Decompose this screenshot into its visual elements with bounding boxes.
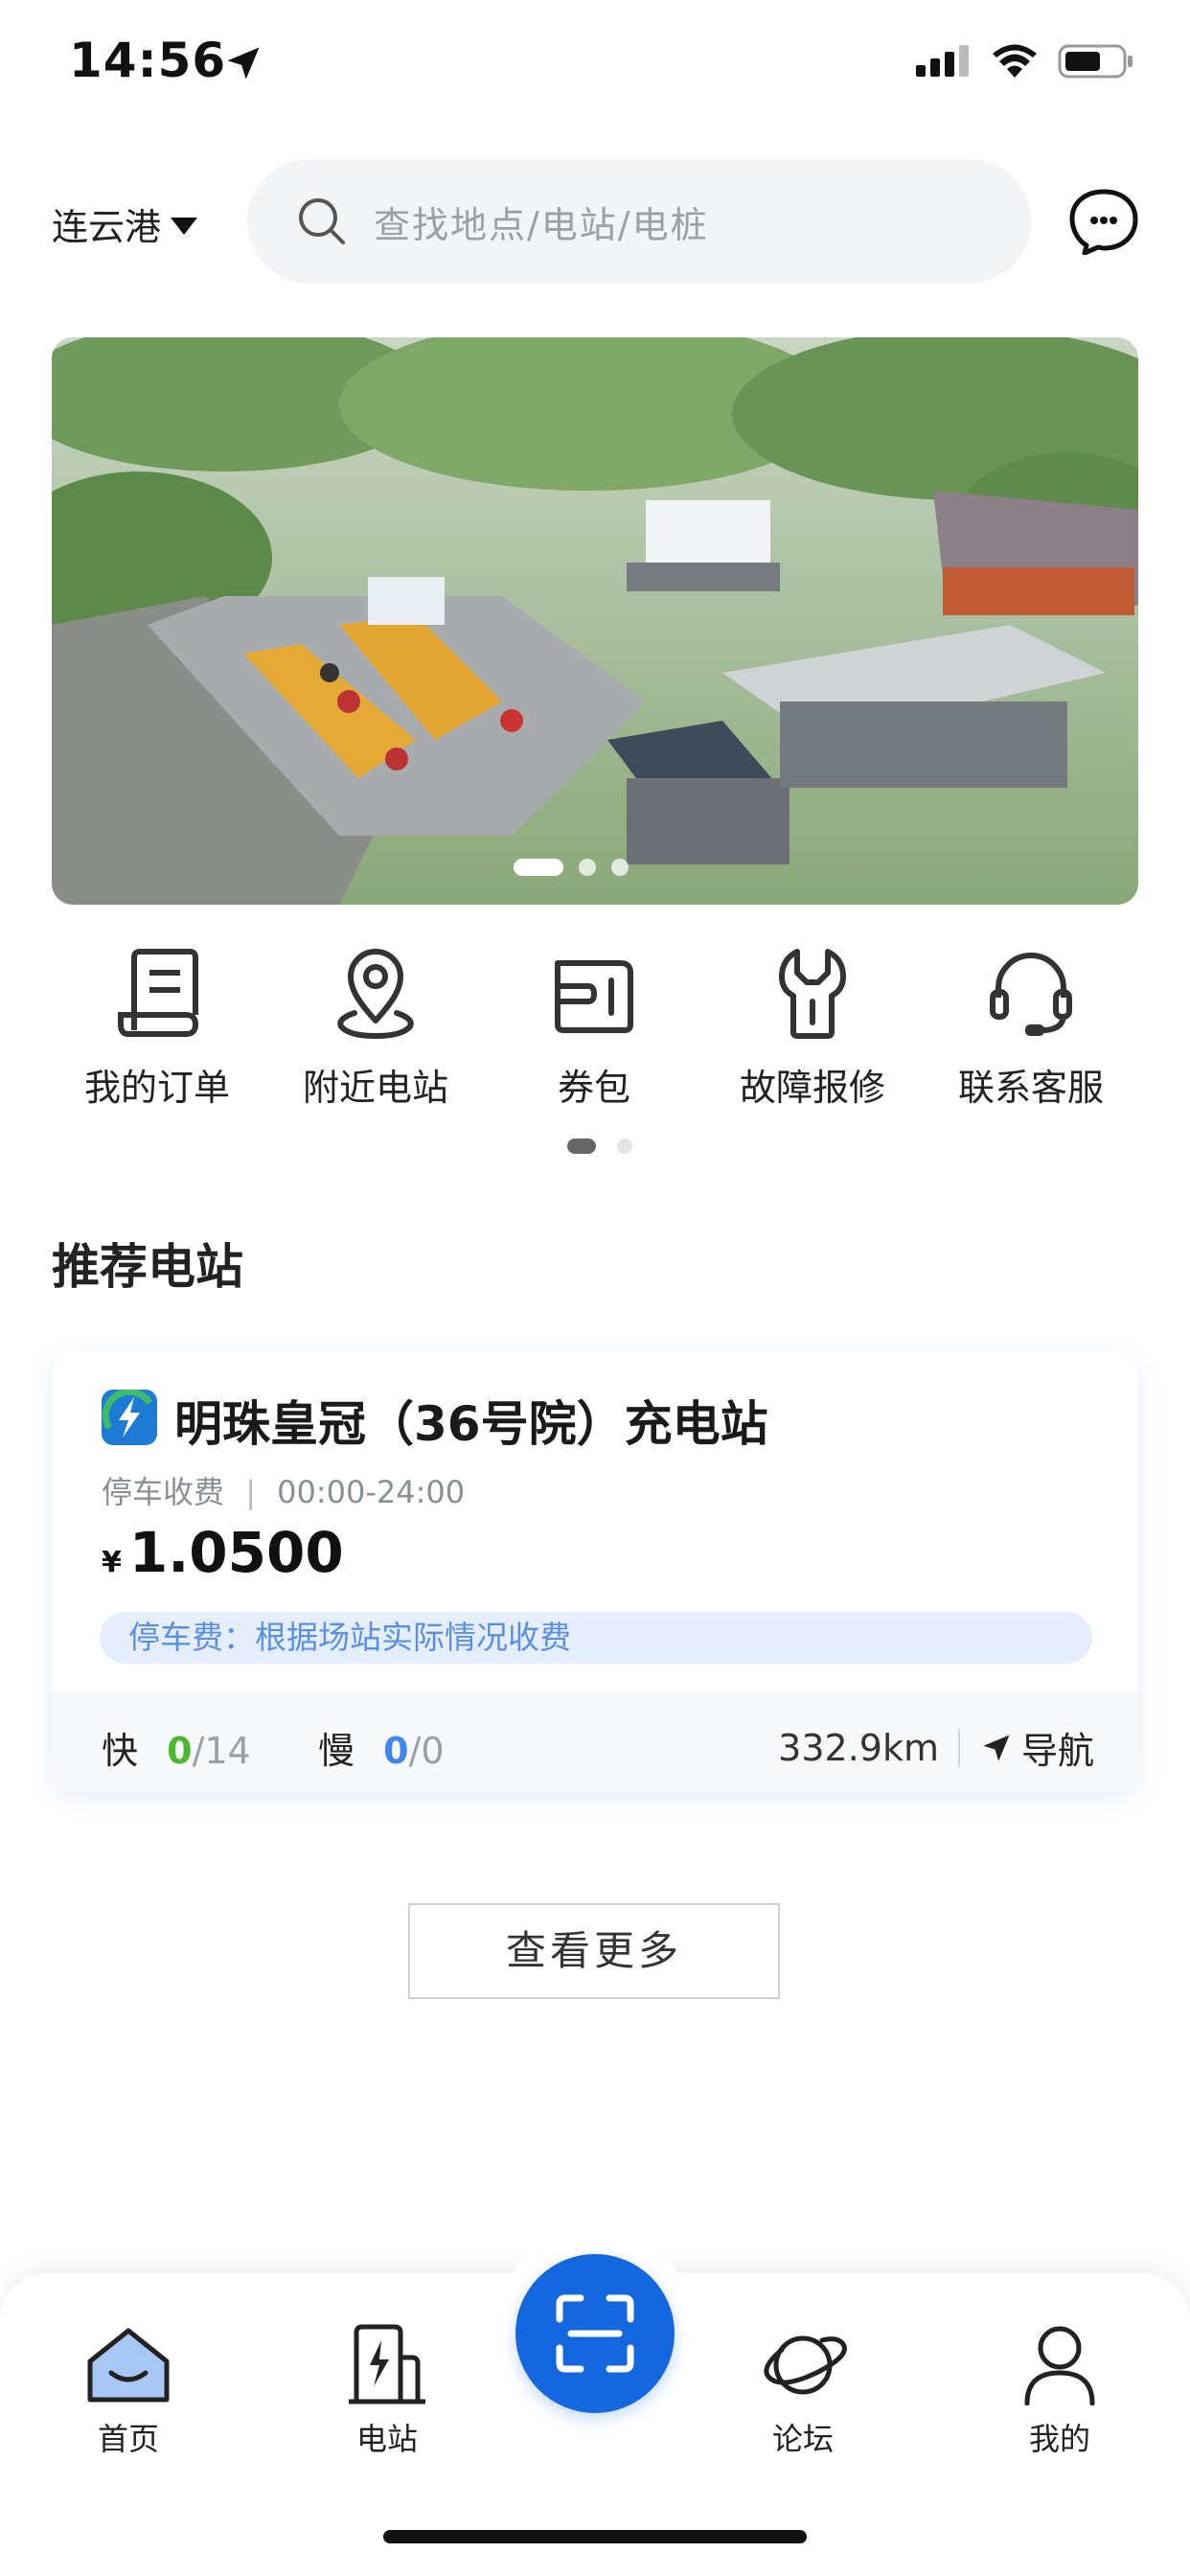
dropdown-triangle-icon (171, 217, 198, 235)
distance: 332.9km (778, 1726, 939, 1769)
station-card[interactable]: 明珠皇冠（36号院）充电站 停车收费 | 00:00-24:00 ¥1.0500… (52, 1351, 1138, 1792)
charging-station-icon (310, 2310, 464, 2405)
user-icon (983, 2310, 1136, 2405)
banner-carousel[interactable] (52, 337, 1138, 905)
quick-menu-service[interactable]: 联系客服 (945, 939, 1117, 1111)
parking-fee-label: 停车收费 (102, 1474, 225, 1510)
scan-button[interactable] (515, 2254, 675, 2413)
station-price: ¥1.0500 (102, 1520, 344, 1585)
quick-menu-pager (567, 1138, 632, 1154)
carousel-dot (579, 859, 596, 876)
carousel-dot (514, 859, 563, 876)
quick-menu-coupon[interactable]: 券包 (508, 939, 680, 1111)
search-bar[interactable]: 查找地点/电站/电桩 (247, 159, 1031, 284)
planet-icon (726, 2310, 880, 2405)
quick-menu-label: 故障报修 (739, 1067, 885, 1109)
pager-dot (567, 1138, 596, 1154)
signal-icon (916, 45, 969, 77)
station-logo-icon (102, 1388, 157, 1449)
scan-icon (556, 2294, 634, 2373)
message-icon[interactable] (1067, 188, 1140, 259)
location-pin-icon (289, 939, 462, 1045)
currency-symbol: ¥ (102, 1546, 122, 1579)
opening-hours: 00:00-24:00 (277, 1474, 466, 1510)
home-icon (52, 2310, 205, 2405)
fast-charger-count: 快 0/14 (102, 1721, 251, 1774)
search-icon (295, 195, 349, 248)
divider (957, 1728, 960, 1767)
banner-image (52, 337, 1138, 905)
quick-menu-label: 我的订单 (83, 1067, 230, 1109)
slow-charger-count: 慢 0/0 (318, 1721, 445, 1774)
tab-stations[interactable]: 电站 (310, 2310, 464, 2459)
navigate-button[interactable]: 导航 (979, 1721, 1094, 1774)
search-placeholder: 查找地点/电站/电桩 (374, 203, 709, 246)
distance-nav: 332.9km 导航 (778, 1721, 1094, 1774)
tab-mine[interactable]: 我的 (983, 2310, 1136, 2459)
fast-available: 0 (167, 1730, 193, 1772)
headset-icon (945, 939, 1117, 1045)
wifi-icon (993, 44, 1037, 78)
station-meta: 停车收费 | 00:00-24:00 (102, 1474, 466, 1510)
pager-dot (617, 1138, 632, 1154)
quick-menu-label: 券包 (557, 1067, 630, 1109)
status-time: 14:56 (69, 33, 227, 88)
slow-label: 慢 (318, 1730, 355, 1772)
fast-label: 快 (102, 1730, 139, 1772)
battery-icon (1058, 44, 1133, 79)
tab-label: 论坛 (771, 2421, 834, 2457)
city-name: 连云港 (52, 206, 162, 248)
status-icons (916, 42, 1134, 80)
carousel-indicator (514, 859, 629, 876)
parking-fee-tag: 停车费：根据场站实际情况收费 (100, 1612, 1092, 1664)
quick-menu-label: 联系客服 (957, 1067, 1104, 1109)
navigation-arrow-icon (983, 1735, 1010, 1760)
section-title: 推荐电站 (52, 1239, 243, 1295)
wrench-icon (726, 939, 899, 1045)
quick-menu-repair[interactable]: 故障报修 (726, 939, 899, 1111)
tab-label: 我的 (1028, 2421, 1090, 2457)
fast-total: /14 (192, 1730, 251, 1772)
tab-forum[interactable]: 论坛 (726, 2310, 880, 2459)
tab-home[interactable]: 首页 (52, 2310, 205, 2459)
station-card-footer: 快 0/14 慢 0/0 332.9km 导航 (52, 1692, 1138, 1792)
home-indicator (383, 2530, 807, 2543)
quick-menu-order[interactable]: 我的订单 (71, 939, 243, 1111)
view-more-button[interactable]: 查看更多 (408, 1903, 780, 1999)
price-value: 1.0500 (128, 1520, 344, 1585)
slow-available: 0 (383, 1730, 409, 1772)
coupon-wallet-icon (508, 939, 680, 1045)
navigate-label: 导航 (1020, 1730, 1094, 1772)
tab-label: 电站 (355, 2421, 418, 2457)
tab-label: 首页 (97, 2421, 159, 2457)
order-icon (71, 939, 243, 1045)
city-selector[interactable]: 连云港 (52, 197, 198, 250)
slow-total: /0 (408, 1730, 445, 1772)
carousel-dot (611, 859, 629, 876)
quick-menu-nearby[interactable]: 附近电站 (289, 939, 462, 1111)
location-arrow-icon (222, 42, 264, 88)
station-name: 明珠皇冠（36号院）充电站 (174, 1396, 768, 1452)
quick-menu-label: 附近电站 (302, 1067, 448, 1109)
